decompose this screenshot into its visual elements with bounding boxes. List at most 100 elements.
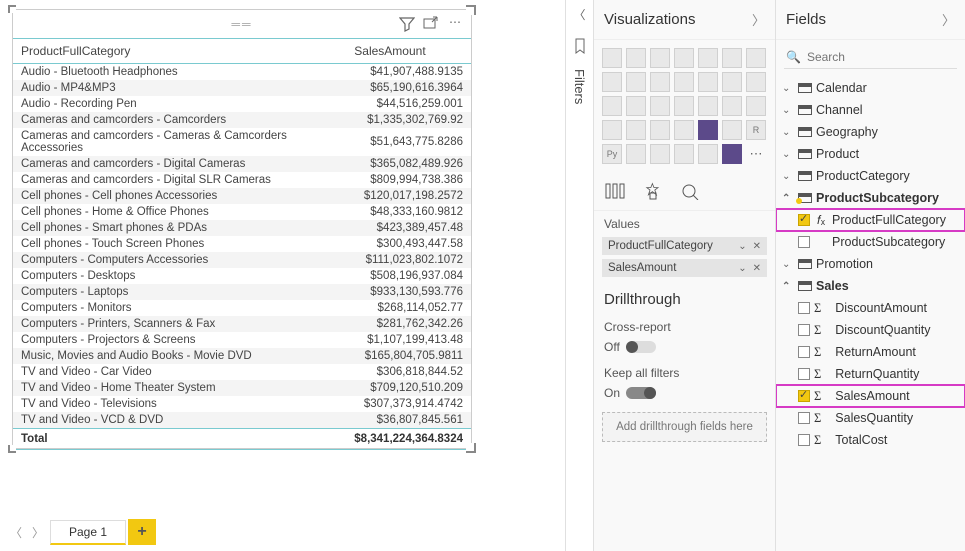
filters-label[interactable]: Filters [572, 69, 587, 104]
checkbox[interactable] [798, 324, 810, 336]
well-dropdown-icon[interactable]: ⌄ [738, 241, 746, 252]
more-options-icon[interactable]: ⋯ [447, 16, 463, 32]
viz-arcgis-icon[interactable] [698, 144, 718, 164]
viz-qna-icon[interactable] [674, 144, 694, 164]
search-input[interactable] [807, 50, 962, 64]
viz-map-icon[interactable] [674, 96, 694, 116]
checkbox[interactable] [798, 434, 810, 446]
table-geography[interactable]: ⌄Geography [776, 121, 965, 143]
table-row[interactable]: Audio - Bluetooth Headphones$41,907,488.… [13, 64, 471, 81]
field-salesquantity[interactable]: ΣSalesQuantity [776, 407, 965, 429]
viz-100-column-icon[interactable] [722, 48, 742, 68]
well-remove-icon[interactable]: ✕ [753, 241, 761, 252]
viz-stacked-bar-icon[interactable] [602, 48, 622, 68]
table-row[interactable]: Cell phones - Touch Screen Phones$300,49… [13, 236, 471, 252]
viz-slicer-icon[interactable] [674, 120, 694, 140]
table-row[interactable]: Cameras and camcorders - Cameras & Camco… [13, 128, 471, 156]
page-tab-1[interactable]: Page 1 [50, 520, 126, 545]
viz-kpi-icon[interactable] [650, 120, 670, 140]
chevron-down-icon[interactable]: ⌄ [782, 83, 794, 94]
table-row[interactable]: Computers - Projectors & Screens$1,107,1… [13, 332, 471, 348]
viz-stacked-area-icon[interactable] [626, 72, 646, 92]
table-row[interactable]: Cell phones - Cell phones Accessories$12… [13, 188, 471, 204]
viz-donut-icon[interactable] [626, 96, 646, 116]
viz-scatter-icon[interactable] [746, 72, 766, 92]
viz-line-column-icon[interactable] [650, 72, 670, 92]
table-row[interactable]: Music, Movies and Audio Books - Movie DV… [13, 348, 471, 364]
viz-key-influencers-icon[interactable] [626, 144, 646, 164]
table-productsubcategory[interactable]: ⌃ProductSubcategory [776, 187, 965, 209]
table-row[interactable]: Cell phones - Smart phones & PDAs$423,38… [13, 220, 471, 236]
chevron-down-icon[interactable]: ⌄ [782, 259, 794, 270]
drillthrough-dropzone[interactable]: Add drillthrough fields here [602, 412, 767, 442]
viz-powerapps-icon[interactable] [722, 144, 742, 164]
checkbox[interactable] [798, 412, 810, 424]
viz-stacked-column-icon[interactable] [626, 48, 646, 68]
table-row[interactable]: TV and Video - Televisions$307,373,914.4… [13, 396, 471, 412]
viz-table-icon[interactable] [698, 120, 718, 140]
grip-icon[interactable]: ══ [231, 17, 252, 31]
field-returnquantity[interactable]: ΣReturnQuantity [776, 363, 965, 385]
table-row[interactable]: Computers - Monitors$268,114,052.77 [13, 300, 471, 316]
table-calendar[interactable]: ⌄Calendar [776, 77, 965, 99]
chevron-down-icon[interactable]: ⌄ [782, 171, 794, 182]
viz-funnel-icon[interactable] [722, 96, 742, 116]
resize-handle-bl[interactable] [8, 445, 16, 453]
chevron-down-icon[interactable]: ⌄ [782, 127, 794, 138]
bookmark-icon[interactable] [572, 38, 588, 54]
chevron-down-icon[interactable]: ⌄ [782, 149, 794, 160]
collapse-filters-icon[interactable]: 〈 [573, 6, 585, 23]
report-canvas[interactable]: ══ ⋯ ProductFullCategory SalesAmount Aud… [0, 0, 565, 551]
viz-100-bar-icon[interactable] [698, 48, 718, 68]
analytics-tab-icon[interactable] [680, 182, 702, 200]
viz-decomposition-icon[interactable] [650, 144, 670, 164]
fields-tab-icon[interactable] [604, 182, 626, 200]
chevron-down-icon[interactable]: ⌄ [782, 105, 794, 116]
viz-pie-icon[interactable] [602, 96, 622, 116]
well-dropdown-icon[interactable]: ⌄ [738, 263, 746, 274]
viz-r-icon[interactable]: R [746, 120, 766, 140]
focus-mode-icon[interactable] [423, 16, 439, 32]
viz-multirow-icon[interactable] [626, 120, 646, 140]
table-row[interactable]: Audio - MP4&MP3$65,190,616.3964 [13, 80, 471, 96]
viz-clustered-column-icon[interactable] [674, 48, 694, 68]
viz-clustered-bar-icon[interactable] [650, 48, 670, 68]
checkbox-checked[interactable] [798, 214, 810, 226]
page-prev[interactable]: 〈 [6, 519, 26, 545]
cross-report-switch[interactable] [626, 341, 656, 353]
fields-search[interactable]: 🔍 [784, 46, 957, 69]
viz-python-icon[interactable]: Py [602, 144, 622, 164]
table-row[interactable]: Computers - Printers, Scanners & Fax$281… [13, 316, 471, 332]
viz-area-icon[interactable] [602, 72, 622, 92]
viz-line-clustered-icon[interactable] [674, 72, 694, 92]
viz-matrix-icon[interactable] [722, 120, 742, 140]
well-salesamount[interactable]: SalesAmount ⌄✕ [602, 259, 767, 277]
table-row[interactable]: Computers - Laptops$933,130,593.776 [13, 284, 471, 300]
field-discountamount[interactable]: ΣDiscountAmount [776, 297, 965, 319]
format-tab-icon[interactable] [642, 182, 664, 200]
table-row[interactable]: TV and Video - Car Video$306,818,844.52 [13, 364, 471, 380]
well-productfullcategory[interactable]: ProductFullCategory ⌄✕ [602, 237, 767, 255]
page-next[interactable]: 〉 [28, 519, 48, 545]
keep-filters-switch[interactable] [626, 387, 656, 399]
viz-filled-map-icon[interactable] [698, 96, 718, 116]
field-productsubcategory[interactable]: ProductSubcategory [776, 231, 965, 253]
viz-line-icon[interactable] [746, 48, 766, 68]
table-productcategory[interactable]: ⌄ProductCategory [776, 165, 965, 187]
collapse-fields-icon[interactable]: 〉 [942, 10, 955, 29]
field-returnamount[interactable]: ΣReturnAmount [776, 341, 965, 363]
table-row[interactable]: Computers - Computers Accessories$111,02… [13, 252, 471, 268]
checkbox[interactable] [798, 236, 810, 248]
col-header-sales[interactable]: SalesAmount [346, 39, 471, 64]
table-channel[interactable]: ⌄Channel [776, 99, 965, 121]
table-row[interactable]: TV and Video - Home Theater System$709,1… [13, 380, 471, 396]
viz-treemap-icon[interactable] [650, 96, 670, 116]
checkbox[interactable] [798, 368, 810, 380]
well-remove-icon[interactable]: ✕ [753, 263, 761, 274]
table-row[interactable]: Cameras and camcorders - Digital SLR Cam… [13, 172, 471, 188]
col-header-category[interactable]: ProductFullCategory [13, 39, 346, 64]
table-row[interactable]: Cameras and camcorders - Digital Cameras… [13, 156, 471, 172]
table-product[interactable]: ⌄Product [776, 143, 965, 165]
table-promotion[interactable]: ⌄Promotion [776, 253, 965, 275]
viz-more-icon[interactable]: ⋯ [746, 144, 766, 164]
